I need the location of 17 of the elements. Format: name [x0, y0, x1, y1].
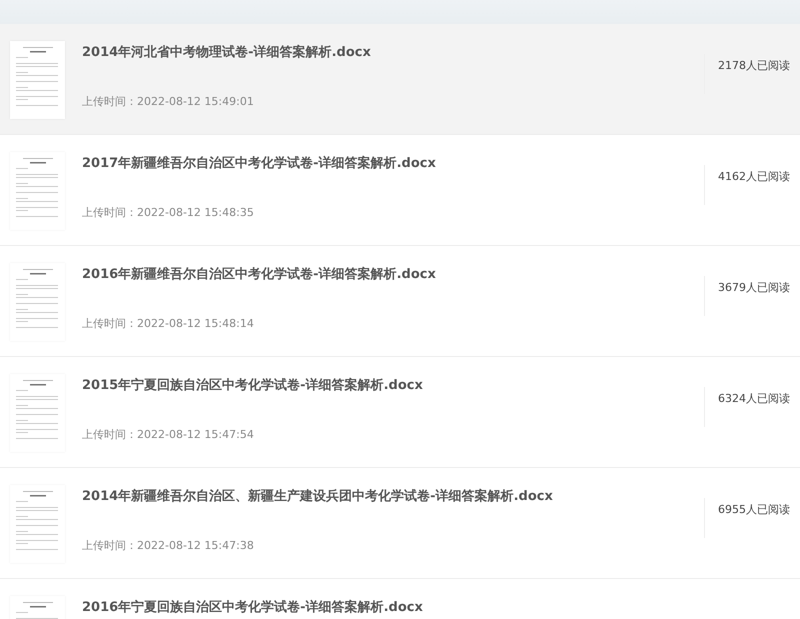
upload-time: 上传时间：2022-08-12 15:47:38 [82, 538, 255, 553]
document-row[interactable]: 2014年河北省中考物理试卷-详细答案解析.docx 上传时间：2022-08-12 15:49:01 2178人已阅读 [0, 24, 800, 135]
document-title[interactable]: 2014年河北省中考物理试卷-详细答案解析.docx [82, 43, 704, 61]
document-title[interactable]: 2017年新疆维吾尔自治区中考化学试卷-详细答案解析.docx [82, 154, 704, 172]
read-count: 6324人已阅读 [718, 391, 791, 406]
read-count: 3679人已阅读 [718, 280, 791, 295]
upload-time: 上传时间：2022-08-12 15:48:14 [82, 316, 255, 331]
read-count: 2178人已阅读 [718, 58, 791, 73]
document-title[interactable]: 2016年新疆维吾尔自治区中考化学试卷-详细答案解析.docx [82, 265, 704, 283]
read-count: 6955人已阅读 [718, 502, 791, 517]
upload-time: 上传时间：2022-08-12 15:49:01 [82, 94, 255, 109]
upload-time: 上传时间：2022-08-12 15:48:35 [82, 205, 255, 220]
upload-time: 上传时间：2022-08-12 15:47:54 [82, 427, 255, 442]
document-title[interactable]: 2015年宁夏回族自治区中考化学试卷-详细答案解析.docx [82, 376, 704, 394]
document-title[interactable]: 2016年宁夏回族自治区中考化学试卷-详细答案解析.docx [82, 598, 800, 616]
read-count: 4162人已阅读 [718, 169, 791, 184]
document-title[interactable]: 2014年新疆维吾尔自治区、新疆生产建设兵团中考化学试卷-详细答案解析.docx [82, 487, 704, 505]
